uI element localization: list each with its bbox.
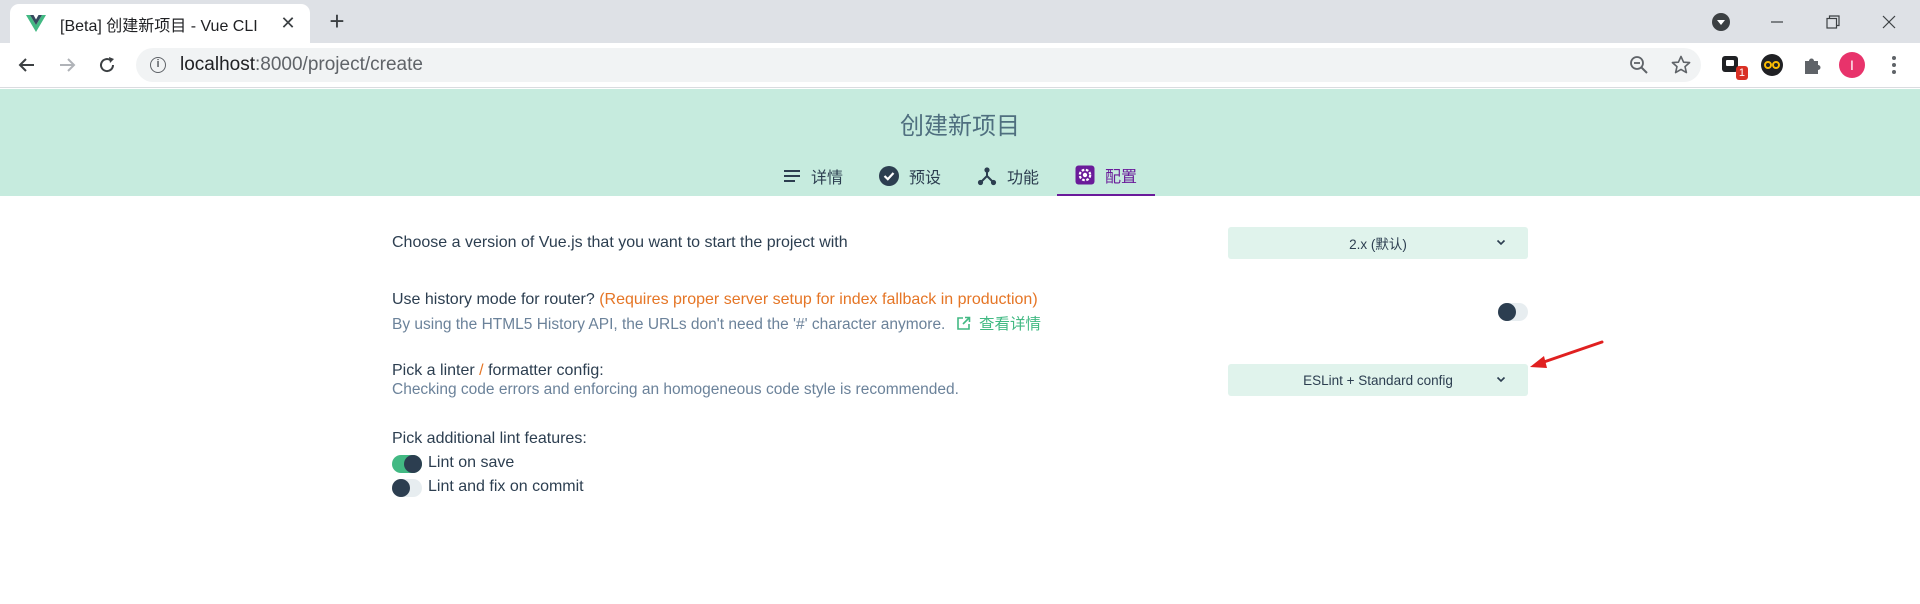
vue-logo-icon	[26, 14, 46, 34]
history-mode-toggle[interactable]	[1498, 303, 1528, 321]
tab-details[interactable]: 详情	[765, 155, 861, 196]
history-mode-warning: (Requires proper server setup for index …	[599, 291, 1038, 308]
history-mode-description: By using the HTML5 History API, the URLs…	[392, 312, 1041, 336]
fork-icon	[977, 166, 997, 186]
tab-label: 详情	[810, 169, 843, 187]
select-value: 2.x (默认)	[1349, 237, 1407, 252]
avatar: I	[1839, 52, 1865, 78]
browser-menu-button[interactable]	[1880, 51, 1908, 79]
close-window-button[interactable]	[1866, 0, 1912, 43]
page-title: 创建新项目	[900, 113, 1020, 140]
lint-features-label: Pick additional lint features:	[392, 430, 587, 447]
extension-button[interactable]: 1	[1718, 51, 1748, 80]
vue-version-label: Choose a version of Vue.js that you want…	[392, 234, 848, 251]
minimize-icon	[1771, 20, 1783, 23]
lint-fix-on-commit-toggle[interactable]	[392, 479, 422, 497]
back-button[interactable]	[12, 50, 42, 80]
linter-select[interactable]: ESLint + Standard config	[1228, 364, 1528, 396]
close-icon	[1882, 15, 1896, 28]
glasses-extension-icon	[1761, 54, 1783, 76]
app-header: 创建新项目 详情 预设 功能 配置	[0, 89, 1920, 196]
chevron-down-icon	[1494, 235, 1508, 254]
lint-on-save-label: Lint on save	[428, 454, 515, 471]
vue-version-select[interactable]: 2.x (默认)	[1228, 227, 1528, 259]
tab-label: 功能	[1007, 169, 1040, 187]
restore-icon	[1826, 14, 1840, 29]
chevron-down-icon	[1494, 372, 1508, 391]
extension-badge: 1	[1735, 66, 1748, 80]
address-bar[interactable]: i localhost:8000/project/create	[136, 48, 1701, 82]
tab-title: [Beta] 创建新项目 - Vue CLI	[60, 17, 258, 35]
select-value: ESLint + Standard config	[1303, 372, 1453, 388]
external-link-icon[interactable]	[956, 316, 971, 336]
puzzle-icon	[1805, 58, 1821, 74]
chevron-circle-icon	[1712, 12, 1730, 31]
zoom-icon[interactable]	[1629, 55, 1649, 75]
browser-tab-strip: [Beta] 创建新项目 - Vue CLI ✕ +	[0, 0, 1920, 43]
restore-button[interactable]	[1810, 0, 1856, 43]
new-tab-button[interactable]: +	[322, 6, 352, 36]
learn-more-link[interactable]: 查看详情	[979, 316, 1041, 333]
arrow-left-icon	[18, 58, 34, 72]
step-tabs: 详情 预设 功能 配置	[0, 155, 1920, 196]
bookmark-star-icon[interactable]	[1671, 55, 1691, 75]
arrow-right-icon	[60, 58, 76, 72]
toggle-knob	[1498, 303, 1516, 321]
address-bar-actions	[1629, 48, 1691, 82]
annotation-arrow-icon	[1530, 340, 1604, 368]
reload-icon	[100, 57, 115, 73]
profile-avatar-button[interactable]: I	[1838, 51, 1866, 79]
linter-label: Pick a linter / formatter config:	[392, 362, 604, 379]
list-icon	[783, 168, 801, 184]
lint-on-save-toggle[interactable]	[392, 455, 422, 473]
minimize-button[interactable]	[1754, 0, 1800, 43]
toggle-knob	[392, 479, 410, 497]
more-vertical-icon	[1892, 56, 1896, 74]
tab-label: 配置	[1105, 168, 1138, 186]
site-info-icon[interactable]: i	[150, 57, 166, 73]
tab-label: 预设	[908, 169, 941, 187]
tab-close-icon[interactable]: ✕	[278, 13, 298, 34]
tab-config[interactable]: 配置	[1057, 155, 1156, 196]
tab-features[interactable]: 功能	[959, 155, 1057, 196]
config-form: Choose a version of Vue.js that you want…	[0, 196, 1920, 604]
extensions-menu-button[interactable]	[1798, 51, 1826, 79]
profile-menu-button[interactable]	[1698, 0, 1744, 43]
forward-button[interactable]	[52, 50, 82, 80]
url-text: localhost:8000/project/create	[180, 54, 423, 75]
settings-icon	[1075, 165, 1095, 185]
browser-tab[interactable]: [Beta] 创建新项目 - Vue CLI ✕	[10, 4, 310, 43]
tab-presets[interactable]: 预设	[861, 155, 959, 196]
toggle-knob	[404, 455, 422, 473]
reload-button[interactable]	[92, 50, 122, 80]
extension-button[interactable]	[1758, 51, 1786, 79]
check-circle-icon	[878, 165, 899, 186]
lint-fix-on-commit-label: Lint and fix on commit	[428, 478, 584, 495]
linter-description: Checking code errors and enforcing an ho…	[392, 381, 959, 398]
browser-toolbar: i localhost:8000/project/create 1 I	[0, 43, 1920, 88]
history-mode-label: Use history mode for router? (Requires p…	[392, 291, 1038, 308]
